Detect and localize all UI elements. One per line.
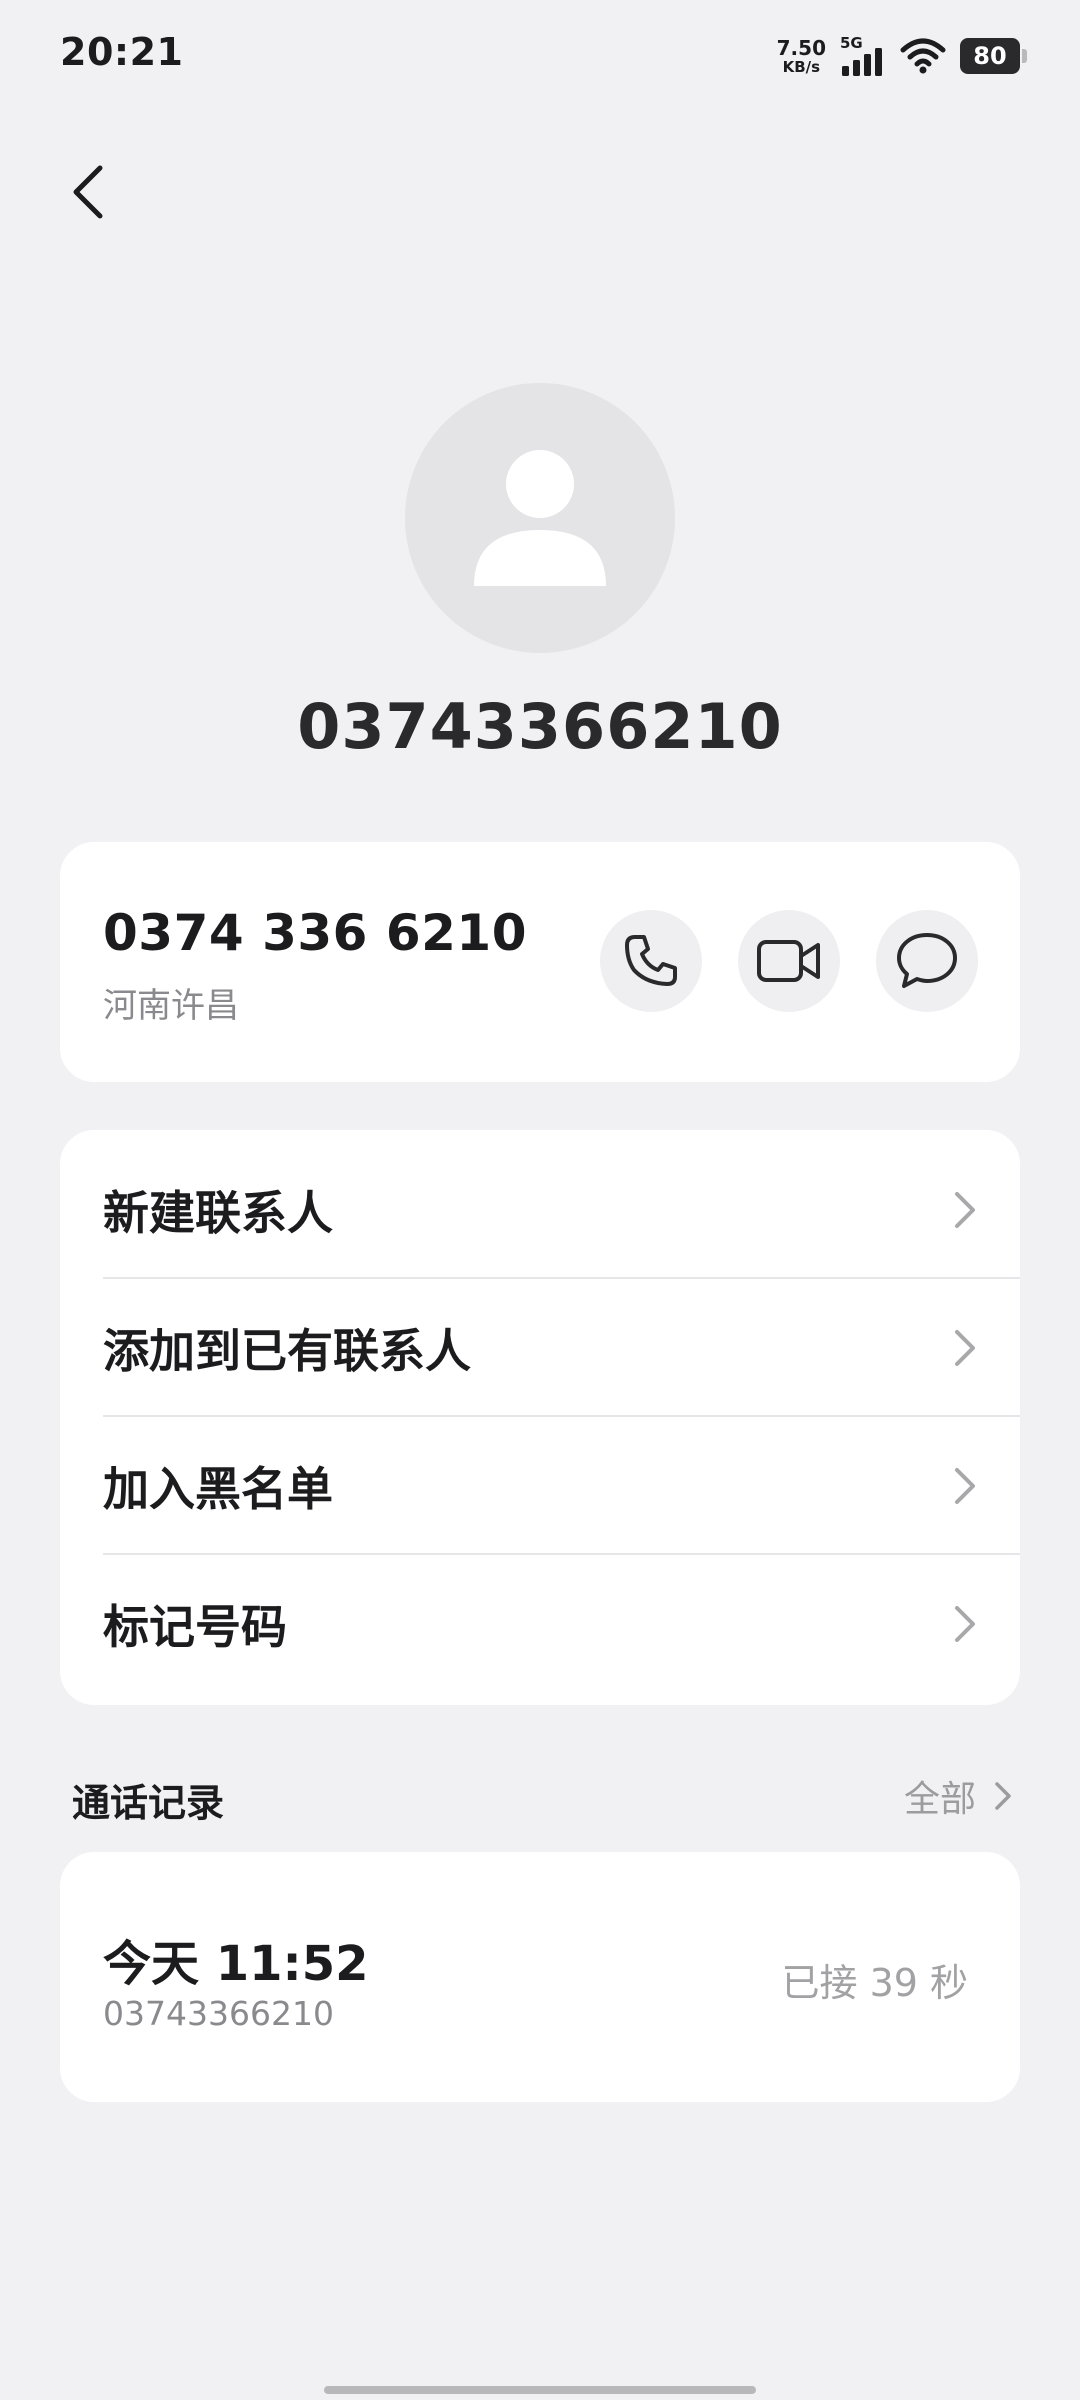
see-all-calls-link[interactable]: 全部 — [904, 1770, 1012, 1822]
back-button[interactable] — [58, 156, 118, 228]
mark-number-item[interactable]: 标记号码 — [60, 1555, 1020, 1693]
phone-location: 河南许昌 — [103, 986, 239, 1026]
network-speed-unit: KB/s — [782, 57, 821, 76]
network-speed-value: 7.50 — [776, 35, 826, 60]
menu-item-label: 标记号码 — [103, 1600, 287, 1654]
call-button[interactable] — [600, 910, 702, 1012]
battery-level: 80 — [973, 42, 1007, 70]
message-button[interactable] — [876, 910, 978, 1012]
chevron-right-icon — [955, 1192, 975, 1228]
chevron-right-icon — [955, 1468, 975, 1504]
call-number: 03743366210 — [103, 1994, 334, 2033]
phone-number[interactable]: 0374 336 6210 — [103, 904, 527, 962]
person-icon — [474, 450, 606, 586]
status-icons: 7.50 KB/s 5G 80 — [777, 34, 1027, 78]
block-number-item[interactable]: 加入黑名单 — [60, 1417, 1020, 1555]
battery-icon: 80 — [960, 38, 1027, 74]
chevron-right-icon — [995, 1782, 1011, 1810]
avatar — [405, 383, 675, 653]
call-log-entry[interactable]: 今天 11:52 03743366210 已接 39 秒 — [60, 1852, 1020, 2102]
options-menu: 新建联系人 添加到已有联系人 加入黑名单 标记号码 — [60, 1130, 1020, 1705]
chevron-right-icon — [955, 1330, 975, 1366]
home-indicator[interactable] — [324, 2386, 756, 2394]
call-status: 已接 39 秒 — [781, 1961, 968, 2005]
call-log-title: 通话记录 — [72, 1781, 225, 1825]
network-speed: 7.50 KB/s — [777, 38, 826, 75]
menu-item-label: 添加到已有联系人 — [103, 1324, 471, 1378]
phone-number-card: 0374 336 6210 河南许昌 — [60, 842, 1020, 1082]
chevron-right-icon — [955, 1606, 975, 1642]
menu-item-label: 加入黑名单 — [103, 1462, 333, 1516]
chat-bubble-icon — [897, 933, 957, 988]
add-to-existing-contact-item[interactable]: 添加到已有联系人 — [60, 1279, 1020, 1417]
page-title: 03743366210 — [297, 690, 783, 763]
phone-icon — [625, 935, 677, 986]
chevron-left-icon — [73, 165, 103, 219]
status-time: 20:21 — [60, 30, 184, 74]
see-all-label: 全部 — [903, 1779, 976, 1820]
new-contact-item[interactable]: 新建联系人 — [60, 1141, 1020, 1279]
status-bar: 20:21 7.50 KB/s 5G 80 — [0, 0, 1080, 110]
signal-icon: 5G — [840, 36, 886, 76]
wifi-icon — [900, 38, 946, 74]
menu-item-label: 新建联系人 — [103, 1186, 333, 1240]
video-icon — [757, 940, 820, 982]
call-time: 今天 11:52 — [103, 1936, 369, 1992]
video-call-button[interactable] — [738, 910, 840, 1012]
